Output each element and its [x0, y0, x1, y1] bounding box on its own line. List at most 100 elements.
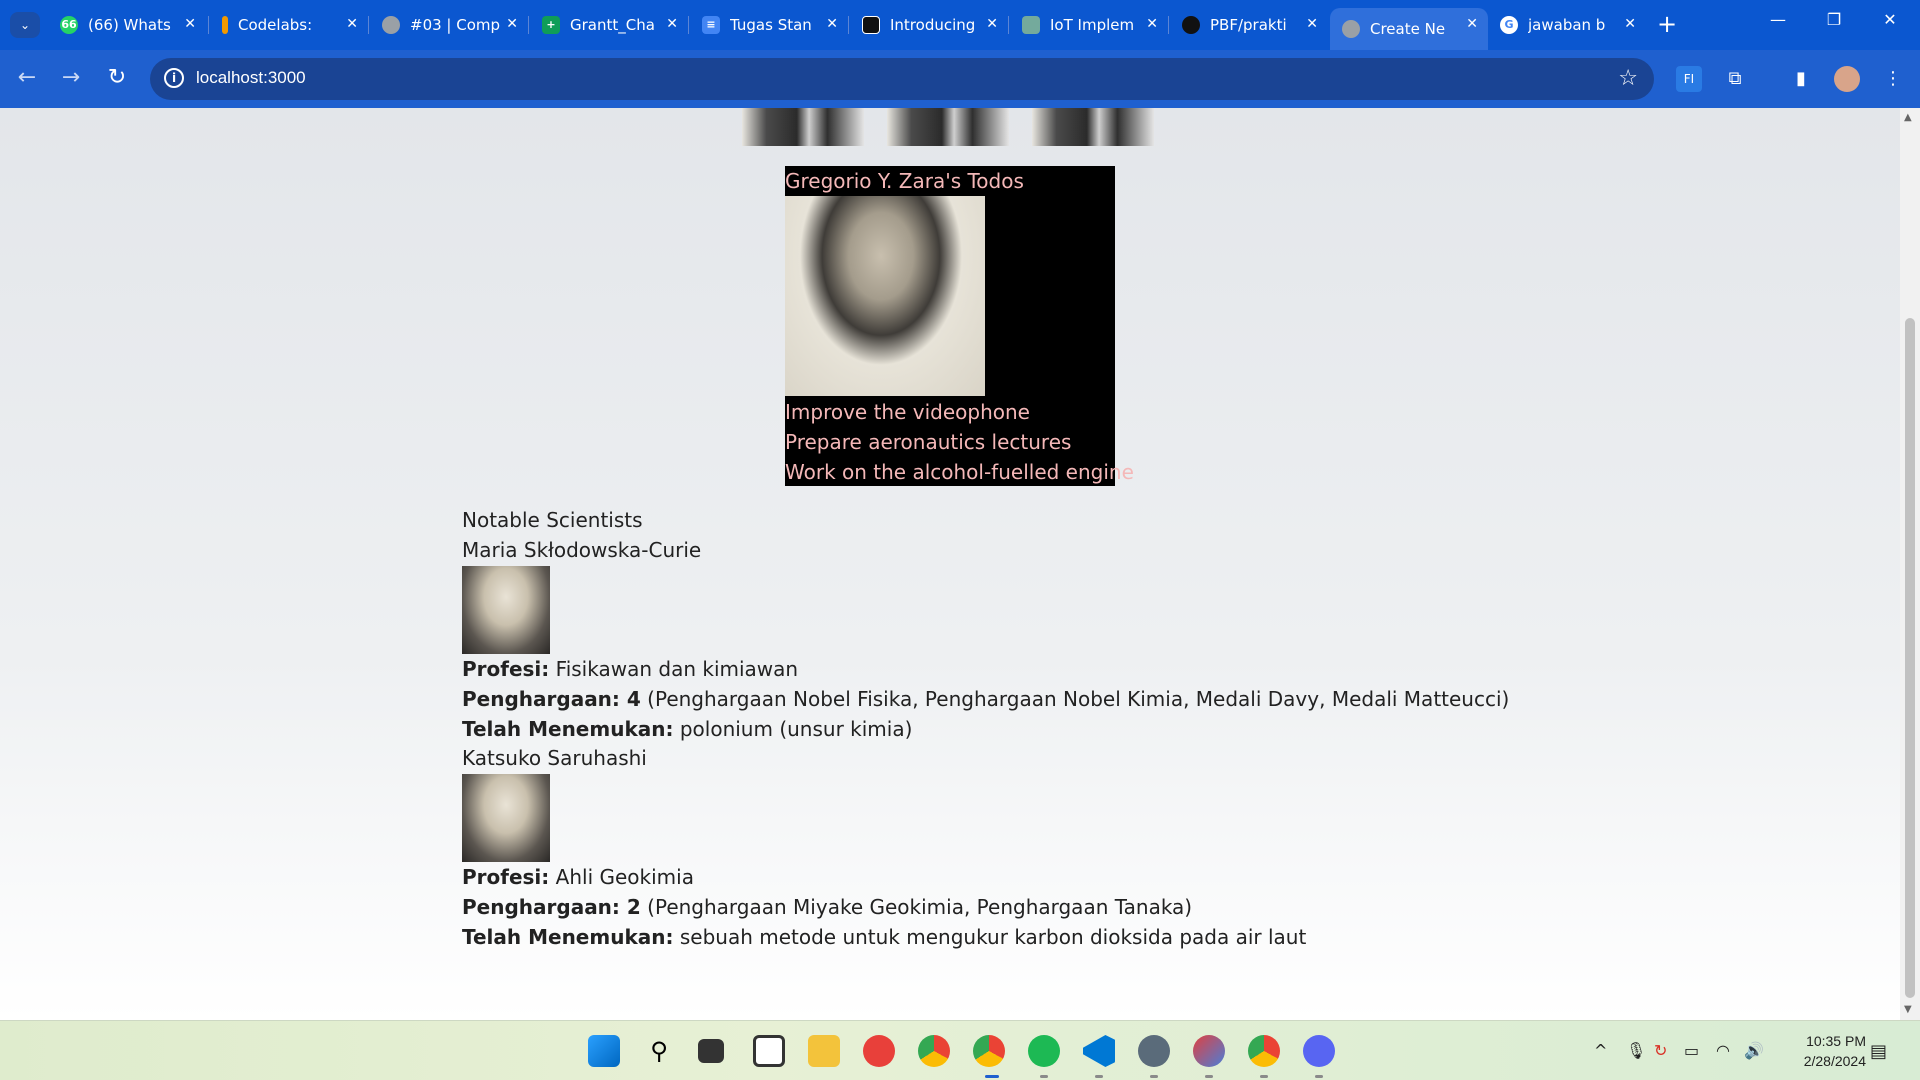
codelabs-icon	[222, 16, 228, 34]
microphone-icon[interactable]: 🎙	[1626, 1041, 1646, 1060]
tab-close-icon[interactable]: ✕	[346, 16, 358, 32]
tab-close-icon[interactable]: ✕	[666, 16, 678, 32]
clock-date: 2/28/2024	[1803, 1053, 1866, 1069]
new-tab-button[interactable]: +	[1652, 10, 1682, 38]
scroll-down-icon[interactable]: ▼	[1904, 1004, 1912, 1015]
chrome-icon[interactable]	[918, 1035, 950, 1067]
system-clock[interactable]: 10:35 PM 2/28/2024	[1776, 1031, 1866, 1071]
vscode-icon[interactable]	[1083, 1035, 1115, 1067]
forward-icon[interactable]: →	[56, 65, 86, 90]
battery-icon[interactable]: ▭	[1684, 1041, 1699, 1060]
address-bar[interactable]: i localhost:3000 ☆	[150, 58, 1654, 100]
menu-kebab-icon[interactable]: ⋮	[1880, 66, 1906, 92]
awards-line: Penghargaan: 4 (Penghargaan Nobel Fisika…	[462, 687, 1510, 711]
tab-label: Tugas Stan	[730, 16, 812, 34]
settings-gear-icon[interactable]	[1138, 1035, 1170, 1067]
chrome-profile-icon[interactable]	[973, 1035, 1005, 1067]
tab-pbf[interactable]: PBF/prakti ✕	[1170, 8, 1328, 42]
scroll-up-icon[interactable]: ▲	[1904, 112, 1912, 123]
tab-label: Create Ne	[1370, 20, 1446, 38]
chrome-alt-icon[interactable]	[1248, 1035, 1280, 1067]
url-text[interactable]: localhost:3000	[196, 68, 306, 88]
close-window-icon[interactable]: ✕	[1870, 10, 1910, 29]
profession-line: Profesi: Ahli Geokimia	[462, 865, 694, 889]
wps-office-icon[interactable]	[863, 1035, 895, 1067]
tray-overflow-icon[interactable]: ^	[1594, 1041, 1607, 1060]
restore-icon[interactable]: ❐	[1814, 10, 1854, 29]
tab-label: IoT Implem	[1050, 16, 1135, 34]
tab-label: Codelabs:	[238, 16, 313, 34]
reload-icon[interactable]: ↻	[102, 65, 132, 90]
tab-introducing[interactable]: Introducing ✕	[850, 8, 1008, 42]
extensions-puzzle-icon[interactable]: ⧉	[1722, 66, 1748, 92]
wifi-icon[interactable]: ◠	[1716, 1041, 1730, 1060]
google-icon: G	[1500, 16, 1518, 34]
tab-grantt[interactable]: + Grantt_Cha ✕	[530, 8, 688, 42]
chatgpt-icon	[1022, 16, 1040, 34]
side-panel-icon[interactable]: ▮	[1788, 66, 1814, 92]
search-icon[interactable]: ⚲	[643, 1035, 675, 1067]
scientist-avatar	[462, 774, 550, 862]
page-viewport: Gregorio Y. Zara's Todos Improve the vid…	[0, 108, 1900, 1020]
task-view-icon[interactable]	[698, 1039, 724, 1063]
scroll-thumb[interactable]	[1905, 318, 1915, 998]
todo-item: Work on the alcohol-fuelled engine	[785, 460, 1134, 484]
back-icon[interactable]: ←	[12, 65, 42, 90]
bookmark-star-icon[interactable]: ☆	[1618, 66, 1638, 91]
windows-start-icon[interactable]	[588, 1035, 620, 1067]
tab-close-icon[interactable]: ✕	[986, 16, 998, 32]
widgets-icon[interactable]	[753, 1035, 785, 1067]
snipping-tool-icon[interactable]	[1193, 1035, 1225, 1067]
tab-close-icon[interactable]: ✕	[1624, 16, 1636, 32]
tab-label: Grantt_Cha	[570, 16, 655, 34]
todo-card: Gregorio Y. Zara's Todos Improve the vid…	[785, 166, 1134, 486]
tab-label: PBF/prakti	[1210, 16, 1287, 34]
active-app-indicator	[985, 1075, 999, 1078]
tab-close-icon[interactable]: ✕	[1306, 16, 1318, 32]
browser-toolbar: ← → ↻ i localhost:3000 ☆	[0, 50, 1920, 108]
volume-icon[interactable]: 🔊	[1744, 1041, 1764, 1060]
discord-icon[interactable]	[1303, 1035, 1335, 1067]
scientist-avatar	[462, 566, 550, 654]
tab-jawaban[interactable]: G jawaban b ✕	[1488, 8, 1646, 42]
notifications-icon[interactable]: ▤	[1870, 1041, 1887, 1062]
sync-icon[interactable]: ↻	[1654, 1041, 1667, 1060]
todo-item: Improve the videophone	[785, 400, 1030, 424]
tab-label: #03 | Comp	[410, 16, 501, 34]
tab-label: Introducing	[890, 16, 976, 34]
tab-close-icon[interactable]: ✕	[826, 16, 838, 32]
docs-icon: ≡	[702, 16, 720, 34]
minimize-icon[interactable]: —	[1758, 10, 1798, 29]
tab-tugas[interactable]: ≡ Tugas Stan ✕	[690, 8, 848, 42]
globe-icon	[382, 16, 400, 34]
todo-item: Prepare aeronautics lectures	[785, 430, 1072, 454]
profile-avatar[interactable]	[1834, 66, 1860, 92]
tab-close-icon[interactable]: ✕	[1146, 16, 1158, 32]
whatsapp-icon: 66	[60, 16, 78, 34]
tab-label: (66) Whats	[88, 16, 171, 34]
taskbar: ⚲ ^ 🎙 ↻ ▭ ◠ 🔊 10:35 PM 2/28/2024 ▤	[0, 1020, 1920, 1080]
extension-fi-icon[interactable]: FI	[1676, 66, 1702, 92]
tab-close-icon[interactable]: ✕	[1466, 16, 1478, 32]
tab-comp[interactable]: #03 | Comp ✕	[370, 8, 528, 42]
openai-icon	[862, 16, 880, 34]
tab-strip: ⌄ 66 (66) Whats ✕ Codelabs: ✕ #03 | Comp…	[0, 0, 1920, 50]
awards-line: Penghargaan: 2 (Penghargaan Miyake Geoki…	[462, 895, 1193, 919]
tab-close-icon[interactable]: ✕	[506, 16, 518, 32]
tab-label: jawaban b	[1528, 16, 1606, 34]
todo-title: Gregorio Y. Zara's Todos	[785, 169, 1024, 193]
spotify-icon[interactable]	[1028, 1035, 1060, 1067]
scientist-photo	[1032, 108, 1154, 146]
scientist-name: Maria Skłodowska-Curie	[462, 538, 702, 562]
site-info-icon[interactable]: i	[164, 68, 184, 88]
discovery-line: Telah Menemukan: sebuah metode untuk men…	[462, 925, 1307, 949]
tab-search-icon[interactable]: ⌄	[10, 12, 40, 38]
tab-whatsapp[interactable]: 66 (66) Whats ✕	[48, 8, 206, 42]
scientist-photo	[742, 108, 864, 146]
file-explorer-icon[interactable]	[808, 1035, 840, 1067]
tab-codelabs[interactable]: Codelabs: ✕	[210, 8, 368, 42]
page-scrollbar[interactable]: ▲ ▼	[1900, 108, 1920, 1020]
tab-create-next-app[interactable]: Create Ne ✕	[1330, 8, 1488, 50]
tab-iot[interactable]: IoT Implem ✕	[1010, 8, 1168, 42]
tab-close-icon[interactable]: ✕	[184, 16, 196, 32]
